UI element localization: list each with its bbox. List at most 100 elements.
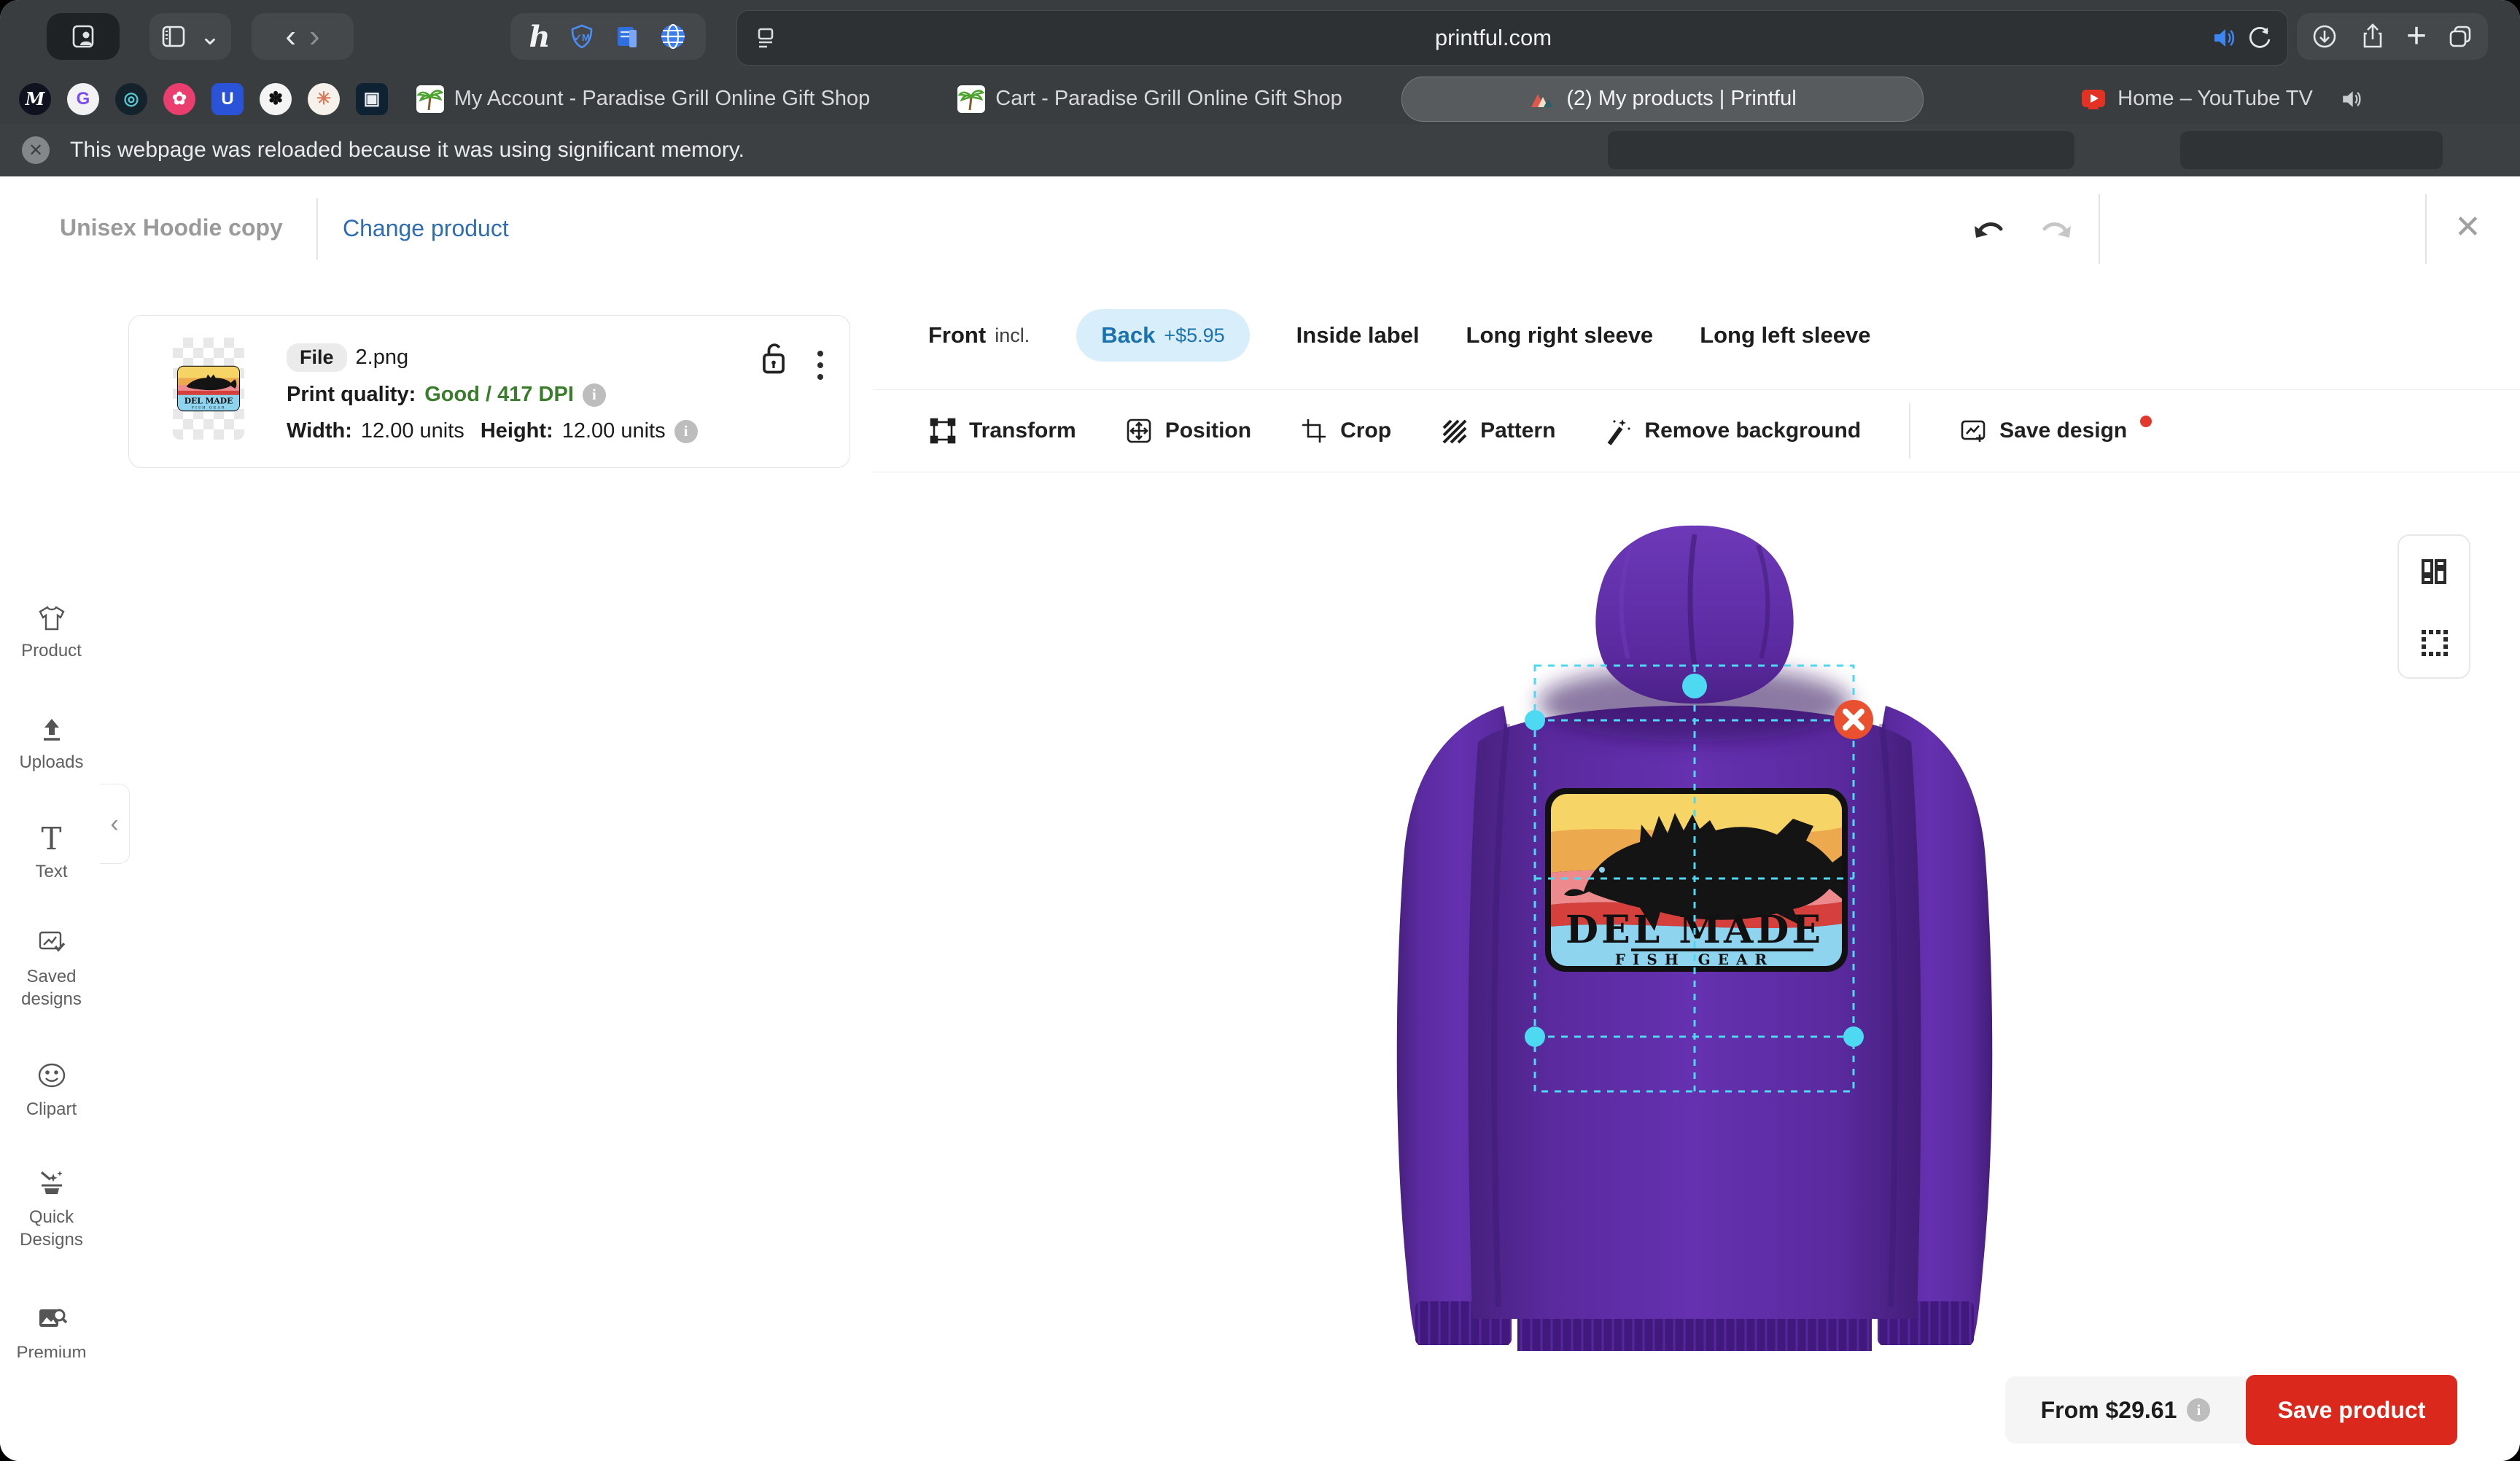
- medium-favicon[interactable]: M: [19, 83, 51, 115]
- magic-wand-icon: [1603, 416, 1633, 445]
- layers-panel: DEL MADE FISH GEAR File 2.png Print qual…: [103, 281, 874, 1357]
- tab-audio-icon[interactable]: [2338, 86, 2364, 112]
- placement-front[interactable]: Front incl.: [928, 322, 1030, 348]
- tab-title: Cart - Paradise Grill Online Gift Shop: [995, 87, 1342, 111]
- openai-favicon[interactable]: ✽: [260, 83, 292, 115]
- placement-inside-label[interactable]: Inside label: [1296, 322, 1420, 348]
- tab-cart[interactable]: Cart - Paradise Grill Online Gift Shop: [898, 77, 1401, 121]
- pattern-button[interactable]: Pattern: [1439, 416, 1555, 445]
- rail-label: Product: [4, 639, 99, 662]
- frame-favicon[interactable]: ▣: [356, 83, 388, 115]
- transform-button[interactable]: Transform: [928, 416, 1076, 445]
- placement-long-left-sleeve[interactable]: Long left sleeve: [1700, 322, 1870, 348]
- placement-label: Inside label: [1296, 322, 1420, 348]
- print-quality-row: Print quality: Good / 417 DPI i: [287, 383, 606, 407]
- change-product-link[interactable]: Change product: [343, 215, 509, 242]
- reader-icon[interactable]: [753, 23, 778, 52]
- sidebar-item-premium[interactable]: Premium: [0, 1305, 103, 1364]
- new-tab-icon[interactable]: +: [2406, 19, 2427, 54]
- printful-favicon: [1528, 85, 1556, 113]
- profile-tab-button[interactable]: [47, 13, 120, 60]
- placement-label: Front: [928, 322, 986, 348]
- info-icon[interactable]: i: [674, 420, 698, 443]
- unsaved-indicator-dot: [2140, 416, 2152, 427]
- tool-label: Position: [1165, 418, 1251, 443]
- remove-background-button[interactable]: Remove background: [1603, 416, 1861, 445]
- price-info-icon[interactable]: i: [2187, 1398, 2210, 1422]
- product-canvas[interactable]: DEL MADE FISH GEAR: [873, 483, 2520, 1357]
- resize-handle-bottom-left[interactable]: [1525, 1026, 1545, 1047]
- delete-design-button[interactable]: [1834, 700, 1873, 739]
- layer-file-card[interactable]: DEL MADE FISH GEAR File 2.png Print qual…: [128, 315, 850, 468]
- tab-title: My Account - Paradise Grill Online Gift …: [454, 87, 871, 111]
- back-button[interactable]: ‹: [285, 20, 296, 52]
- memory-notice-bar: ✕ This webpage was reloaded because it w…: [0, 124, 2520, 176]
- tool-label: Save design: [1999, 418, 2127, 443]
- globe-extension-icon[interactable]: [658, 22, 688, 51]
- honey-extension-icon[interactable]: h: [529, 20, 550, 54]
- crop-icon: [1299, 416, 1329, 445]
- close-editor-button[interactable]: ✕: [2454, 209, 2481, 246]
- kebab-menu[interactable]: [813, 346, 828, 384]
- shield-extension-icon[interactable]: ✓M: [568, 23, 596, 50]
- u-favicon[interactable]: U: [211, 83, 244, 115]
- sidebar-item-uploads[interactable]: Uploads: [0, 716, 103, 774]
- price-display: From $29.61 i: [2005, 1376, 2246, 1444]
- magic-tray-icon: [36, 1168, 68, 1199]
- undo-button[interactable]: [1969, 210, 2010, 248]
- sidebar-item-text[interactable]: T Text: [0, 825, 103, 883]
- palm-tree-favicon: [416, 85, 444, 113]
- dotted-grid-button[interactable]: [2417, 626, 2451, 659]
- tab-my-products-active[interactable]: (2) My products | Printful: [1401, 77, 1924, 122]
- width-label: Width:: [287, 419, 352, 443]
- tab-audio-icon[interactable]: [2209, 23, 2238, 52]
- resize-handle-top-left[interactable]: [1525, 710, 1545, 730]
- placement-label: Long left sleeve: [1700, 322, 1870, 348]
- tab-youtube-tv[interactable]: Home – YouTube TV: [1924, 77, 2520, 121]
- grammarly-favicon[interactable]: G: [67, 83, 99, 115]
- rail-label: Saved designs: [4, 965, 99, 1010]
- design-patch[interactable]: DEL MADE FISH GEAR: [1545, 788, 1862, 972]
- redo-button[interactable]: [2036, 210, 2077, 248]
- svg-text:DEL MADE: DEL MADE: [184, 397, 233, 406]
- downloads-icon[interactable]: [2310, 22, 2339, 51]
- file-thumbnail[interactable]: DEL MADE FISH GEAR: [173, 338, 244, 440]
- tab-overview-icon[interactable]: [2446, 22, 2475, 51]
- docs-extension-icon[interactable]: [613, 23, 641, 50]
- forward-button[interactable]: ›: [309, 20, 320, 52]
- placement-long-right-sleeve[interactable]: Long right sleeve: [1466, 322, 1654, 348]
- sidebar-item-quick-designs[interactable]: Quick Designs: [0, 1168, 103, 1251]
- canvas-side-tools: [2398, 534, 2470, 679]
- tab-my-account[interactable]: My Account - Paradise Grill Online Gift …: [388, 77, 898, 121]
- reload-icon[interactable]: [2245, 23, 2274, 52]
- sidebar-item-saved-designs[interactable]: Saved designs: [0, 929, 103, 1010]
- crop-button[interactable]: Crop: [1299, 416, 1391, 445]
- info-icon[interactable]: i: [583, 383, 606, 407]
- layout-grid-button[interactable]: [2417, 555, 2451, 588]
- placement-label: Long right sleeve: [1466, 322, 1654, 348]
- width-value: 12.00 units: [361, 419, 464, 443]
- unlock-icon[interactable]: [758, 340, 790, 377]
- flower-favicon[interactable]: ✿: [163, 83, 195, 115]
- sidebar-toggle-button[interactable]: ⌄: [149, 13, 231, 60]
- sidebar-item-clipart[interactable]: Clipart: [0, 1060, 103, 1121]
- save-design-button[interactable]: Save design: [1959, 416, 2152, 445]
- sidebar-item-product[interactable]: Product: [0, 604, 103, 662]
- collapse-chevron-icon: ‹: [110, 810, 118, 838]
- file-badge: File: [287, 343, 347, 372]
- tab-strip: M G ◎ ✿ U ✽ ✳ ▣ My Account - Paradise Gr…: [0, 74, 2520, 124]
- tab-title: (2) My products | Printful: [1566, 87, 1796, 111]
- share-icon[interactable]: [2358, 22, 2387, 51]
- notice-close-icon[interactable]: ✕: [22, 136, 50, 164]
- placement-back-active[interactable]: Back +$5.95: [1076, 309, 1249, 362]
- save-product-button[interactable]: Save product: [2246, 1375, 2457, 1445]
- collapse-panel-button[interactable]: ‹: [100, 784, 130, 864]
- tool-label: Pattern: [1480, 418, 1555, 443]
- position-button[interactable]: Position: [1124, 416, 1251, 445]
- resize-handle-bottom-right[interactable]: [1843, 1026, 1864, 1047]
- premium-image-icon: [36, 1305, 68, 1334]
- url-bar[interactable]: printful.com: [736, 10, 2288, 66]
- rotate-handle[interactable]: [1682, 674, 1707, 698]
- claude-favicon[interactable]: ✳: [308, 83, 340, 115]
- swirl-favicon[interactable]: ◎: [115, 83, 147, 115]
